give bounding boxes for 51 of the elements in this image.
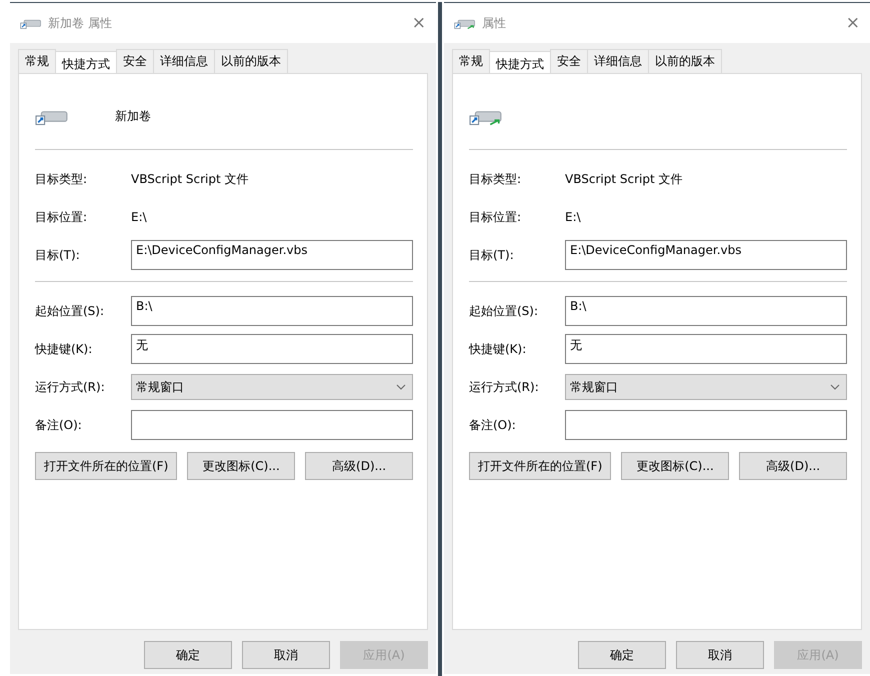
- input-field[interactable]: 无: [131, 334, 414, 364]
- dialog-button[interactable]: 取消: [242, 641, 330, 669]
- close-button[interactable]: ×: [844, 13, 862, 33]
- input-field[interactable]: [565, 410, 848, 440]
- input-field[interactable]: 无: [565, 334, 848, 364]
- field-label: 起始位置(S):: [35, 302, 106, 320]
- action-button[interactable]: 打开文件所在的位置(F): [35, 452, 178, 480]
- tab[interactable]: 常规: [452, 49, 490, 73]
- action-button[interactable]: 更改图标(C)...: [621, 452, 730, 480]
- tab[interactable]: 以前的版本: [648, 49, 722, 73]
- chevron-down-icon: [830, 384, 840, 390]
- input-field[interactable]: B:\: [131, 296, 414, 326]
- field-label: 备注(O):: [35, 416, 83, 434]
- chevron-down-icon: [396, 384, 406, 390]
- action-button[interactable]: 打开文件所在的位置(F): [469, 452, 612, 480]
- dialog-button[interactable]: 确定: [578, 641, 666, 669]
- action-button[interactable]: 更改图标(C)...: [187, 452, 296, 480]
- dropdown[interactable]: 常规窗口: [565, 374, 848, 400]
- field-value: E:\: [131, 210, 148, 224]
- dialog-button[interactable]: 取消: [676, 641, 764, 669]
- tab[interactable]: 以前的版本: [214, 49, 288, 73]
- dropdown[interactable]: 常规窗口: [131, 374, 414, 400]
- field-label: 目标(T):: [469, 246, 515, 264]
- input-field[interactable]: E:\DeviceConfigManager.vbs: [565, 240, 848, 270]
- input-field[interactable]: B:\: [565, 296, 848, 326]
- field-value: E:\: [565, 210, 582, 224]
- tab[interactable]: 快捷方式: [489, 51, 551, 73]
- window-title: 新加卷 属性: [48, 14, 113, 32]
- action-button[interactable]: 高级(D)...: [305, 452, 414, 480]
- tab[interactable]: 常规: [18, 49, 56, 73]
- field-label: 目标(T):: [35, 246, 81, 264]
- shortcut-name: 新加卷: [115, 108, 151, 124]
- input-field[interactable]: E:\DeviceConfigManager.vbs: [131, 240, 414, 270]
- field-label: 备注(O):: [469, 416, 517, 434]
- close-button[interactable]: ×: [410, 13, 428, 33]
- field-label: 运行方式(R):: [469, 378, 540, 396]
- window-title: 属性: [482, 14, 507, 32]
- field-label: 起始位置(S):: [469, 302, 540, 320]
- field-label: 快捷键(K):: [35, 340, 94, 358]
- field-label: 目标类型:: [469, 170, 522, 188]
- field-label: 运行方式(R):: [35, 378, 106, 396]
- dialog-button[interactable]: 确定: [144, 641, 232, 669]
- field-label: 快捷键(K):: [469, 340, 528, 358]
- action-button[interactable]: 高级(D)...: [739, 452, 848, 480]
- tab[interactable]: 快捷方式: [55, 51, 117, 73]
- field-value: VBScript Script 文件: [565, 170, 684, 188]
- field-label: 目标位置:: [469, 208, 522, 226]
- field-label: 目标位置:: [35, 208, 88, 226]
- field-value: VBScript Script 文件: [131, 170, 250, 188]
- field-label: 目标类型:: [35, 170, 88, 188]
- input-field[interactable]: [131, 410, 414, 440]
